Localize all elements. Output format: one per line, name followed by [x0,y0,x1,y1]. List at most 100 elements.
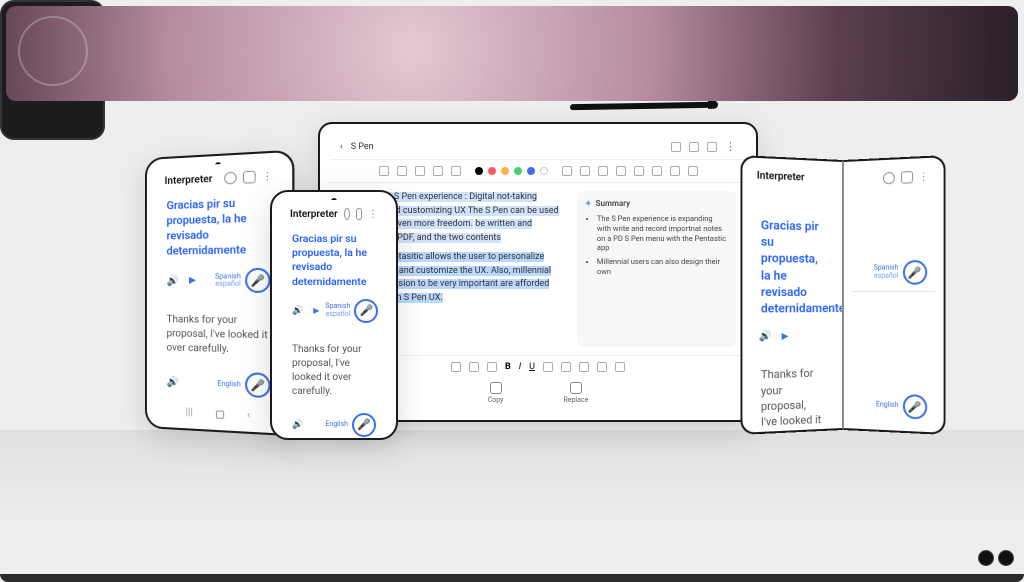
undo-icon[interactable] [451,362,461,372]
share-icon[interactable] [689,142,699,152]
copy-icon [490,382,502,394]
speaker-icon[interactable]: 🔊 [759,331,772,342]
camera-lens-icon [978,550,994,566]
ai-summary-panel: Summary The S Pen experience is expandin… [577,191,736,347]
mic-icon: 🎤 [907,266,921,279]
flip-hinge [0,574,1024,582]
back-icon[interactable]: ‹ [247,410,250,422]
divider [851,291,934,292]
mic-button[interactable]: 🎤 [354,299,378,323]
speaker-icon[interactable]: 🔊 [292,306,303,316]
lasso-icon[interactable] [598,166,608,176]
source-language-label[interactable]: Spanish español [325,303,350,318]
color-swatch[interactable] [540,167,548,175]
mic-icon: 🎤 [250,274,265,288]
document-title: S Pen [351,142,374,152]
play-icon[interactable]: ▶ [782,331,789,341]
mic-button[interactable]: 🎤 [245,268,271,293]
expand-icon[interactable] [671,142,681,152]
recents-icon[interactable]: ||| [186,407,193,419]
camera-icon[interactable] [652,166,662,176]
indent-icon[interactable] [615,362,625,372]
mic-icon: 🎤 [250,378,265,392]
checklist-icon[interactable] [597,362,607,372]
target-language-label[interactable]: English [325,421,348,429]
target-language-label[interactable]: English [217,380,241,389]
phone-device-front: Interpreter ⋮ Gracias pir su propuesta, … [270,190,398,440]
more-icon[interactable]: ⋮ [725,140,736,153]
home-icon[interactable] [216,410,224,419]
app-title: Interpreter [290,209,338,220]
window-icon[interactable] [243,171,256,184]
translated-text: Gracias pir su propuesta, la he revisado… [155,186,284,265]
more-icon[interactable]: ⋮ [368,209,378,220]
play-icon[interactable]: ▶ [313,306,319,315]
summary-item: The S Pen experience is expanding with w… [597,214,728,253]
grid-icon[interactable] [688,166,698,176]
bold-icon[interactable]: B [505,362,511,372]
list-icon[interactable] [579,362,589,372]
flip-camera-module [978,550,1014,566]
more-icon[interactable]: ⋮ [918,171,928,183]
text-color-icon[interactable] [543,362,553,372]
ai-icon[interactable] [616,166,626,176]
underline-icon[interactable]: U [529,362,535,372]
attachment-icon[interactable] [634,166,644,176]
selection-icon[interactable] [562,166,572,176]
history-icon[interactable] [344,208,350,220]
flip-cover-screen[interactable] [6,6,1018,101]
color-swatch[interactable] [527,167,535,175]
highlighter-icon[interactable] [415,166,425,176]
color-swatch[interactable] [475,167,483,175]
mic-button[interactable]: 🎤 [902,260,926,285]
copy-button[interactable]: Copy [488,382,504,404]
translated-text: Gracias pir su propuesta, la he revisado… [751,186,834,328]
search-icon[interactable] [707,142,717,152]
text-icon[interactable] [451,166,461,176]
fold-right-screen: ⋮ Spanish español 🎤 Engli [843,155,945,435]
play-icon[interactable]: ▶ [189,276,196,286]
tablet-pen-toolbar [330,160,746,183]
source-language-label[interactable]: Spanish español [873,265,898,281]
target-language-label[interactable]: English [875,401,897,410]
mic-icon: 🎤 [359,304,373,317]
original-text: Thanks for your proposal, I've looked it… [751,349,834,435]
history-icon[interactable] [882,172,894,185]
speaker-icon[interactable]: 🔊 [167,276,179,287]
history-icon[interactable] [224,172,236,185]
fold-device: Interpreter Gracias pir su propuesta, la… [740,160,945,430]
replace-icon [570,382,582,394]
mic-button[interactable]: 🎤 [352,413,376,437]
source-language-label[interactable]: Spanish español [215,273,241,289]
mic-icon: 🎤 [357,418,371,431]
more-icon[interactable]: ⋮ [262,170,273,182]
color-swatch[interactable] [501,167,509,175]
redo-icon[interactable] [469,362,479,372]
window-icon[interactable] [900,171,912,184]
product-lineup-stage: ‹ S Pen ⋮ [0,0,1024,576]
summary-item: Millennial users can also design their o… [597,257,728,277]
italic-icon[interactable]: I [519,362,521,372]
undo-icon[interactable] [379,166,389,176]
color-swatch[interactable] [514,167,522,175]
speaker-icon[interactable]: 🔊 [292,420,303,430]
eraser-icon[interactable] [433,166,443,176]
flip-phone-device [0,0,105,140]
tablet-titlebar: ‹ S Pen ⋮ [330,134,746,160]
back-chevron-icon[interactable]: ‹ [340,142,343,152]
speaker-icon[interactable]: 🔊 [167,377,179,389]
original-text: Thanks for your proposal, I've looked it… [280,333,388,409]
color-swatch[interactable] [488,167,496,175]
mic-button[interactable]: 🎤 [902,394,926,420]
font-icon[interactable] [487,362,497,372]
window-icon[interactable] [356,208,362,220]
floor-reflection [0,430,1024,550]
mic-button[interactable]: 🎤 [245,373,271,399]
clipboard-icon[interactable] [670,166,680,176]
replace-button[interactable]: Replace [563,382,588,404]
pen-icon[interactable] [397,166,407,176]
align-icon[interactable] [561,362,571,372]
shape-icon[interactable] [580,166,590,176]
summary-title: Summary [585,199,728,208]
s-pen-stylus [570,102,710,110]
